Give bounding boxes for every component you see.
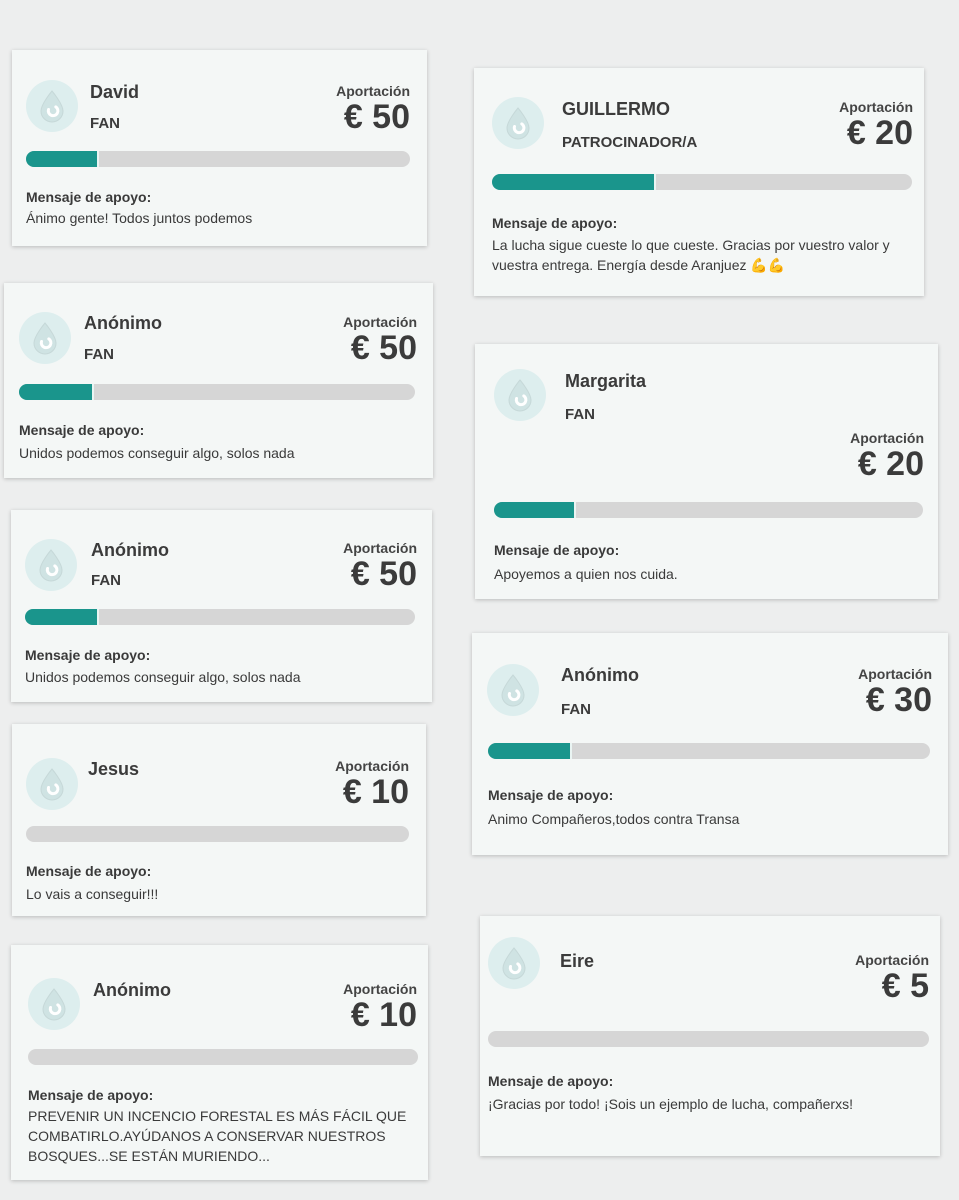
supporter-role: FAN — [561, 701, 591, 718]
progress-bar — [26, 826, 409, 842]
avatar — [488, 937, 540, 989]
supporter-card: Anónimo Aportación € 10 Mensaje de apoyo: PR… — [11, 945, 428, 1180]
avatar — [494, 369, 546, 421]
contribution-amount: € 20 — [846, 114, 913, 152]
contribution: Aportación € 20 — [830, 99, 913, 150]
progress-fill — [494, 502, 576, 518]
contribution-amount: € 30 — [865, 681, 932, 719]
message-title: Mensaje de apoyo: — [488, 1073, 614, 1089]
support-message: Unidos podemos conseguir algo, solos nad… — [25, 669, 301, 685]
supporter-role: FAN — [90, 115, 120, 132]
contribution: Aportación € 50 — [335, 83, 410, 134]
supporter-name: David — [90, 82, 140, 102]
contribution-label: Aportación — [858, 666, 932, 682]
avatar — [19, 312, 71, 364]
support-message: Unidos podemos conseguir algo, solos nad… — [19, 445, 295, 461]
contribution-label: Aportación — [343, 981, 417, 997]
contribution: Aportación € 50 — [341, 540, 417, 591]
contribution-amount: € 20 — [857, 445, 924, 483]
contribution-amount: € 10 — [350, 996, 417, 1034]
avatar — [28, 978, 80, 1030]
supporter-card: David FAN Aportación € 50 Mensaje de apoyo: Á… — [12, 50, 427, 246]
contribution-label: Aportación — [343, 314, 417, 330]
support-message: PREVENIR UN INCENCIO FORESTAL ES MÁS FÁC… — [28, 1108, 407, 1164]
supporter-name: Anónimo — [91, 540, 169, 560]
avatar — [492, 97, 544, 149]
supporter-name: Anónimo — [93, 980, 171, 1000]
contribution-amount: € 10 — [342, 773, 409, 811]
progress-fill — [19, 384, 95, 400]
contribution: Aportación € 20 — [841, 430, 924, 481]
supporter-card: Anónimo FAN Aportación € 30 Mensaje de apoyo… — [472, 633, 948, 855]
supporter-card: Jesus Aportación € 10 Mensaje de apoyo: Lo v… — [12, 724, 426, 916]
avatar — [26, 80, 78, 132]
supporter-card: Margarita FAN Aportación € 20 Mensaje de apo… — [475, 344, 938, 599]
support-message: Ánimo gente! Todos juntos podemos — [26, 210, 253, 226]
supporter-role: FAN — [565, 406, 595, 423]
support-message: Apoyemos a quien nos cuida. — [494, 566, 678, 582]
progress-bar — [492, 174, 912, 190]
supporter-name: Margarita — [565, 371, 647, 391]
message-title: Mensaje de apoyo: — [26, 863, 152, 879]
progress-bar — [28, 1049, 418, 1065]
contribution-label: Aportación — [855, 952, 929, 968]
support-message: La lucha sigue cueste lo que cueste. Gra… — [492, 237, 890, 273]
contribution: Aportación € 30 — [846, 666, 932, 717]
progress-bar — [494, 502, 923, 518]
contribution: Aportación € 50 — [337, 314, 417, 365]
contribution-label: Aportación — [336, 83, 410, 99]
progress-bar — [25, 609, 415, 625]
progress-fill — [25, 609, 100, 625]
progress-bar — [19, 384, 415, 400]
support-message: Animo Compañeros,todos contra Transa — [488, 811, 740, 827]
avatar — [487, 664, 539, 716]
message-title: Mensaje de apoyo: — [492, 215, 618, 231]
contribution-amount: € 50 — [350, 555, 417, 593]
contribution: Aportación € 10 — [334, 758, 409, 809]
message-title: Mensaje de apoyo: — [28, 1087, 154, 1103]
progress-fill — [488, 743, 572, 759]
message-title: Mensaje de apoyo: — [488, 787, 614, 803]
progress-fill — [26, 151, 99, 167]
message-title: Mensaje de apoyo: — [19, 422, 145, 438]
supporter-card: Eire Aportación € 5 Mensaje de apoyo: ¡Graci… — [480, 916, 940, 1156]
contribution-label: Aportación — [343, 540, 417, 556]
progress-fill — [492, 174, 656, 190]
supporter-card: Anónimo FAN Aportación € 50 Mensaje de apoyo… — [4, 283, 433, 478]
contribution-label: Aportación — [839, 99, 913, 115]
supporter-role: PATROCINADOR/A — [562, 134, 698, 151]
avatar — [25, 539, 77, 591]
progress-bar — [488, 1031, 929, 1047]
avatar — [26, 758, 78, 810]
contribution: Aportación € 10 — [342, 981, 417, 1032]
contribution-amount: € 50 — [350, 329, 417, 367]
message-title: Mensaje de apoyo: — [494, 542, 620, 558]
supporter-card: GUILLERMO PATROCINADOR/A Aportación € 20 Men… — [474, 68, 924, 296]
supporter-name: Anónimo — [84, 313, 162, 333]
supporter-name: Jesus — [88, 759, 140, 779]
contribution: Aportación € 5 — [842, 952, 929, 1003]
supporter-name: GUILLERMO — [562, 99, 670, 119]
supporter-name: Eire — [560, 951, 595, 971]
message-title: Mensaje de apoyo: — [26, 189, 152, 205]
support-message: Lo vais a conseguir!!! — [26, 886, 159, 902]
progress-bar — [26, 151, 410, 167]
supporter-name: Anónimo — [561, 665, 639, 685]
contribution-label: Aportación — [335, 758, 409, 774]
supporter-card: Anónimo FAN Aportación € 50 Mensaje de apoyo… — [11, 510, 432, 702]
support-message: ¡Gracias por todo! ¡Sois un ejemplo de l… — [488, 1096, 853, 1112]
contribution-amount: € 50 — [343, 98, 410, 136]
message-title: Mensaje de apoyo: — [25, 647, 151, 663]
supporter-role: FAN — [91, 572, 121, 589]
contribution-amount: € 5 — [881, 967, 929, 1005]
supporter-role: FAN — [84, 346, 114, 363]
contribution-label: Aportación — [850, 430, 924, 446]
progress-bar — [488, 743, 930, 759]
